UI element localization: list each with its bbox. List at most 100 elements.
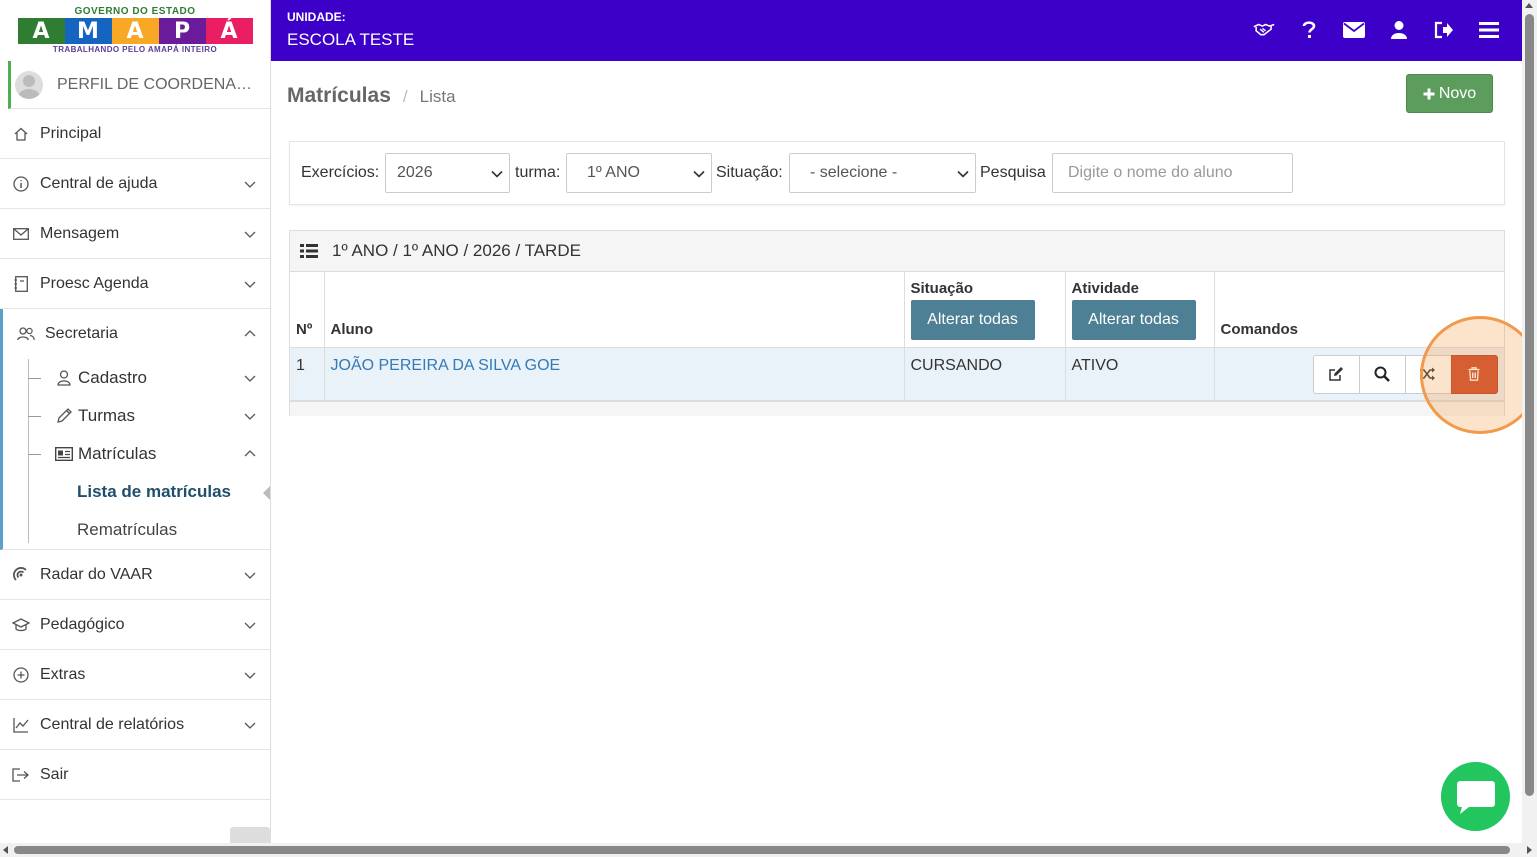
column-header-atividade: Atividade Alterar todas: [1065, 272, 1215, 348]
sidebar-item-extras[interactable]: Extras: [0, 650, 270, 700]
secretaria-section: Secretaria Cadastro Turmas Matrículas Li…: [0, 309, 270, 550]
scroll-up-arrow[interactable]: [1525, 3, 1533, 8]
chevron-down-icon: [244, 375, 256, 382]
sidebar-item-central-de-relatorios[interactable]: Central de relatórios: [0, 700, 270, 750]
transfer-button[interactable]: [1404, 354, 1452, 394]
logo-letter: A: [17, 18, 65, 44]
sidebar-item-rematriculas[interactable]: Rematrículas: [3, 511, 270, 549]
table-panel-header: 1º ANO / 1º ANO / 2026 / TARDE: [290, 231, 1504, 272]
sidebar-item-label: Central de ajuda: [40, 174, 158, 192]
view-button[interactable]: [1358, 354, 1406, 394]
turma-label: turma:: [515, 164, 561, 181]
trash-icon: [1468, 367, 1480, 381]
sidebar-collapse-button[interactable]: [230, 827, 270, 843]
row-atividade: ATIVO: [1065, 347, 1215, 401]
handshake-icon[interactable]: [1253, 17, 1275, 43]
sidebar-item-principal[interactable]: Principal: [0, 109, 270, 159]
pencil-icon: [55, 407, 73, 425]
filter-panel: Exercícios: 2026 turma: 1º ANO Situação:…: [289, 141, 1505, 205]
mail-icon[interactable]: [1343, 17, 1365, 43]
chevron-down-icon: [244, 572, 256, 579]
sidebar-item-label: Extras: [40, 665, 86, 683]
envelope-icon: [12, 225, 30, 243]
logo-top-text: GOVERNO DO ESTADO: [74, 6, 196, 17]
sidebar-item-central-de-ajuda[interactable]: Central de ajuda: [0, 159, 270, 209]
sidebar-item-label: Pedagógico: [40, 615, 125, 633]
situacao-label: Situação:: [716, 164, 783, 181]
turma-value: 1º ANO: [587, 164, 640, 181]
list-icon: [300, 244, 318, 258]
chevron-down-icon: [244, 181, 256, 188]
search-input[interactable]: [1052, 153, 1293, 193]
chat-button[interactable]: [1441, 762, 1510, 831]
sidebar-item-label: Radar do VAAR: [40, 565, 153, 583]
column-header-num: Nº: [290, 272, 325, 348]
chevron-down-icon: [244, 672, 256, 679]
alter-all-situacao-button[interactable]: Alterar todas: [910, 299, 1035, 340]
vertical-scrollbar[interactable]: [1522, 0, 1537, 843]
sidebar-item-label: Cadastro: [78, 368, 147, 387]
graduation-cap-icon: [12, 616, 30, 634]
chevron-down-icon: [244, 413, 256, 420]
menu-icon[interactable]: [1478, 17, 1500, 43]
situacao-header-label: Situação: [910, 279, 974, 297]
sidebar-item-label: Proesc Agenda: [40, 274, 149, 292]
help-icon[interactable]: [1298, 17, 1320, 43]
sidebar-item-sair[interactable]: Sair: [0, 750, 270, 800]
sidebar-item-label: Sair: [40, 765, 69, 783]
pesquisa-label: Pesquisa: [980, 164, 1046, 181]
scroll-right-arrow[interactable]: [1527, 846, 1532, 854]
sidebar-item-mensagem[interactable]: Mensagem: [0, 209, 270, 259]
sidebar-item-pedagogico[interactable]: Pedagógico: [0, 600, 270, 650]
situacao-select[interactable]: - selecione -: [789, 153, 976, 193]
horizontal-scrollbar[interactable]: [0, 843, 1537, 857]
vertical-scroll-thumb[interactable]: [1525, 14, 1534, 796]
main-content: Matrículas / Lista Novo Exercícios: 2026…: [271, 61, 1522, 843]
student-link[interactable]: JOÃO PEREIRA DA SILVA GOE: [331, 357, 561, 374]
horizontal-scroll-thumb[interactable]: [14, 846, 1510, 854]
users-icon: [17, 325, 35, 343]
situacao-value: - selecione -: [810, 164, 898, 181]
agenda-icon: [12, 275, 30, 293]
turma-select[interactable]: 1º ANO: [566, 153, 712, 193]
logo-letter: M: [64, 18, 112, 44]
radar-icon: [12, 566, 30, 584]
user-icon[interactable]: [1388, 17, 1410, 43]
exercicios-select[interactable]: 2026: [385, 153, 510, 193]
new-button-label: Novo: [1438, 84, 1477, 102]
scroll-left-arrow[interactable]: [3, 846, 8, 854]
home-icon: [12, 125, 30, 143]
chevron-down-icon: [957, 170, 969, 178]
chevron-down-icon: [491, 170, 503, 178]
sidebar-item-secretaria[interactable]: Secretaria: [3, 309, 270, 359]
sidebar-item-radar-do-vaar[interactable]: Radar do VAAR: [0, 550, 270, 600]
alter-all-atividade-button[interactable]: Alterar todas: [1071, 299, 1196, 340]
logo-letter: A: [111, 18, 159, 44]
amapa-logo[interactable]: GOVERNO DO ESTADO A M A P Á TRABALHANDO …: [0, 0, 270, 61]
sidebar-item-turmas[interactable]: Turmas: [3, 397, 270, 435]
table-row: 1 JOÃO PEREIRA DA SILVA GOE CURSANDO ATI…: [290, 347, 1504, 401]
chevron-up-icon: [244, 450, 256, 457]
avatar: [15, 70, 43, 99]
chevron-down-icon: [244, 281, 256, 288]
logo-letter: Á: [205, 18, 253, 44]
sidebar-item-lista-de-matriculas[interactable]: Lista de matrículas: [3, 473, 270, 511]
delete-button[interactable]: [1450, 354, 1498, 394]
edit-button[interactable]: [1312, 354, 1360, 394]
chevron-up-icon: [244, 330, 256, 337]
row-aluno: JOÃO PEREIRA DA SILVA GOE: [324, 347, 905, 401]
sidebar-item-matriculas[interactable]: Matrículas: [3, 435, 270, 473]
table-panel-footer: [290, 400, 1504, 416]
enrollment-table-panel: 1º ANO / 1º ANO / 2026 / TARDE Nº Aluno …: [289, 230, 1505, 416]
sidebar-item-label: Principal: [40, 124, 102, 142]
logout-icon[interactable]: [1433, 17, 1455, 43]
profile-label: PERFIL DE COORDENAÇÃO: [57, 75, 252, 93]
sidebar-item-cadastro[interactable]: Cadastro: [3, 359, 270, 397]
sidebar-item-proesc-agenda[interactable]: Proesc Agenda: [0, 259, 270, 309]
profile-selector[interactable]: PERFIL DE COORDENAÇÃO: [8, 61, 270, 109]
exercicios-label: Exercícios:: [301, 164, 380, 181]
new-button[interactable]: Novo: [1406, 74, 1493, 113]
chevron-down-icon: [244, 231, 256, 238]
sidebar: GOVERNO DO ESTADO A M A P Á TRABALHANDO …: [0, 0, 271, 843]
logo-letter: P: [158, 18, 206, 44]
